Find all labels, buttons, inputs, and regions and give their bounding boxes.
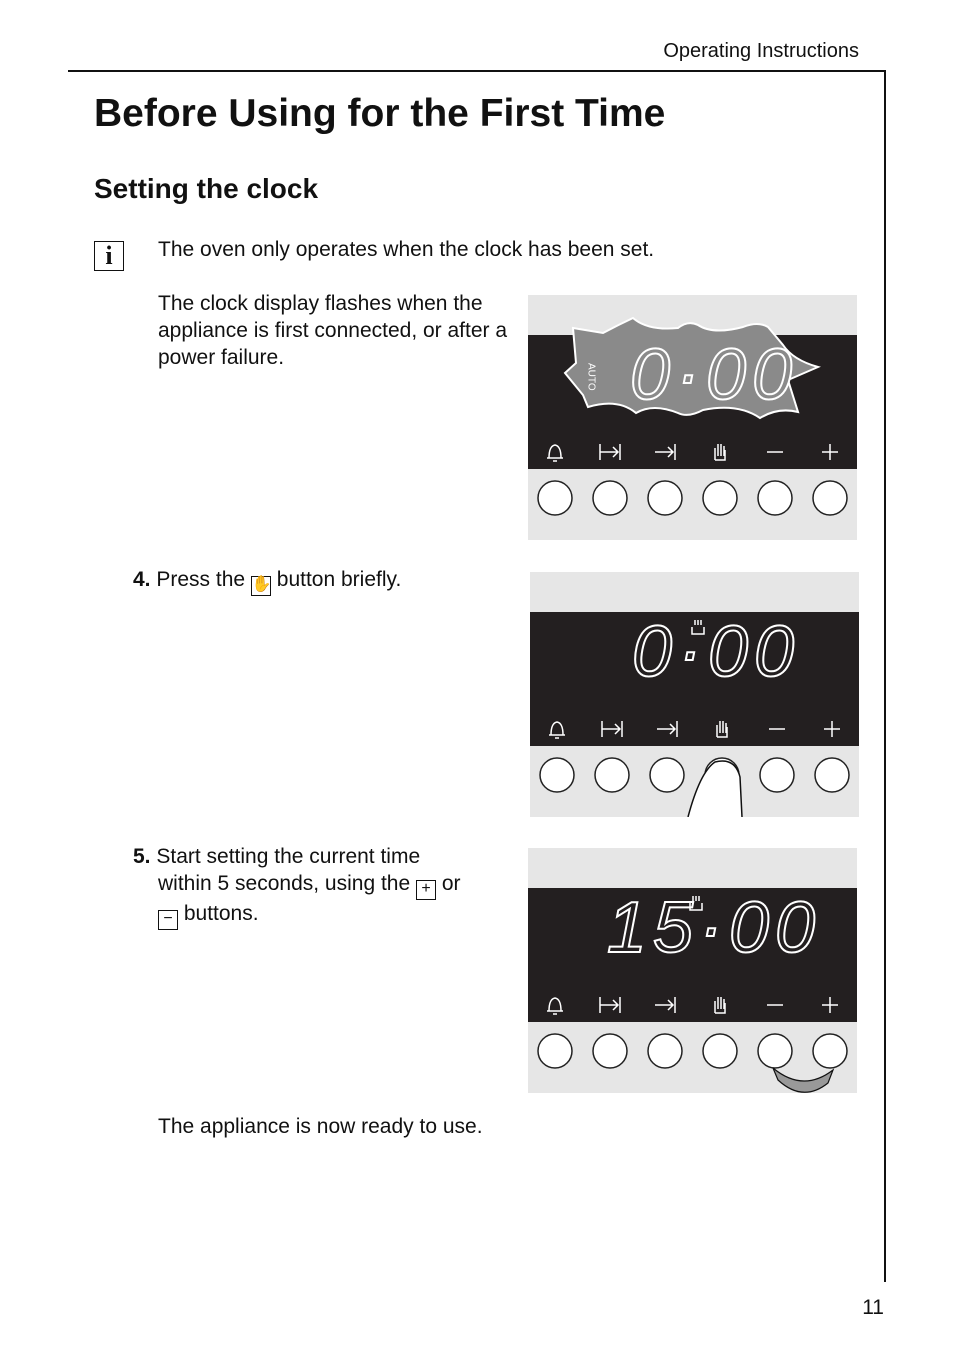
step-text: or	[441, 872, 461, 895]
info-icon: i	[94, 241, 124, 271]
paragraph: The clock display flashes when the appli…	[158, 292, 508, 369]
running-header: Operating Instructions	[663, 40, 859, 62]
page-title: Before Using for the First Time	[94, 92, 666, 135]
step-text: within 5 seconds, using the	[158, 872, 411, 895]
panel-button[interactable]	[814, 757, 850, 793]
panel-button[interactable]	[702, 480, 738, 516]
oven-display: 15·00	[528, 887, 857, 1093]
step-text: Press the	[156, 568, 246, 591]
clock-digits: 0·00	[630, 335, 798, 415]
control-panel-illustration-3: 15·00	[528, 848, 857, 1093]
step-4: 4. Press the ✋ button briefly.	[133, 566, 401, 596]
ready-text: The appliance is now ready to use.	[158, 1115, 483, 1138]
header-rule	[68, 70, 886, 72]
panel-button[interactable]	[537, 1033, 573, 1069]
step-text: Start setting the current time	[156, 845, 421, 868]
step-5: 5. Start setting the current time within…	[133, 843, 513, 930]
panel-button[interactable]	[812, 480, 848, 516]
plus-icon: +	[416, 880, 436, 900]
panel-button[interactable]	[537, 480, 573, 516]
control-panel-illustration-2: 0·00	[530, 572, 859, 818]
panel-button[interactable]	[592, 480, 628, 516]
auto-indicator: AUTO	[586, 363, 597, 391]
panel-button[interactable]	[757, 1033, 793, 1069]
page: Operating Instructions Before Using for …	[0, 0, 954, 1352]
hand-icon: ✋	[250, 576, 272, 596]
panel-button[interactable]	[812, 1033, 848, 1069]
oven-display: AUTO 0·00	[528, 316, 857, 516]
clock-digits: 0·00	[632, 612, 800, 692]
margin-rule	[884, 70, 886, 1282]
panel-button[interactable]	[647, 480, 683, 516]
panel-button[interactable]	[539, 757, 575, 793]
finger-illustration	[687, 760, 743, 818]
panel-button[interactable]	[757, 480, 793, 516]
minus-icon: −	[158, 910, 178, 930]
step-number: 5.	[133, 845, 151, 868]
panel-button[interactable]	[759, 757, 795, 793]
clock-digits: 15·00	[607, 888, 821, 968]
note-text: The oven only operates when the clock ha…	[158, 238, 655, 261]
step-text: buttons.	[183, 902, 259, 925]
oven-display: 0·00	[530, 611, 859, 818]
control-panel-illustration-1: AUTO 0·00	[528, 295, 857, 540]
step-text: button briefly.	[276, 568, 402, 591]
panel-button[interactable]	[649, 757, 685, 793]
press-arrow-illustration	[772, 1067, 835, 1093]
section-heading: Setting the clock	[94, 173, 319, 204]
panel-button[interactable]	[594, 757, 630, 793]
page-number: 11	[862, 1296, 884, 1319]
panel-button[interactable]	[702, 1033, 738, 1069]
panel-button[interactable]	[647, 1033, 683, 1069]
step-number: 4.	[133, 568, 151, 591]
panel-button[interactable]	[592, 1033, 628, 1069]
